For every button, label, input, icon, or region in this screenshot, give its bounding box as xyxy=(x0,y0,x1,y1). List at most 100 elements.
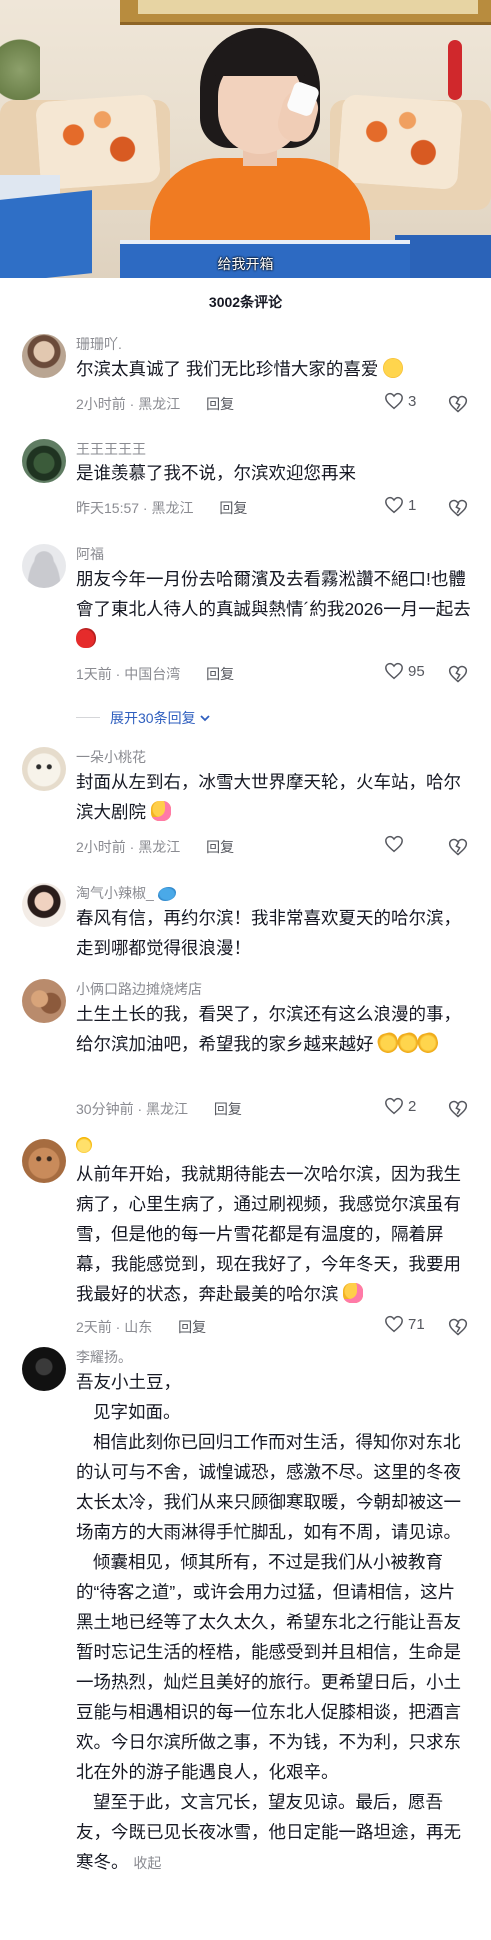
avatar[interactable] xyxy=(22,1347,66,1391)
comment-text: 春风有信，再约尔滨！我非常喜欢夏天的哈尔滨，走到哪都觉得很浪漫！ xyxy=(76,908,461,958)
letter-paragraph-wrap: 望至于此，文言冗长，望友见谅。最后，愿吾友，今既已见长夜冰雪，他日定能一路坦途，… xyxy=(76,1787,471,1878)
comment-item: 一朵小桃花 封面从左到右，冰雪大世界摩天轮，火车站，哈尔滨大剧院 2小时前 · … xyxy=(0,745,491,865)
comment-item: 从前年开始，我就期待能去一次哈尔滨，因为我生病了，心里生病了，通过刷视频，我感觉… xyxy=(0,1137,491,1337)
collapse-button[interactable]: 收起 xyxy=(133,1855,161,1871)
comment-username[interactable]: 淘气小辣椒_ xyxy=(76,885,154,901)
clapping-hands-icon xyxy=(416,1030,441,1056)
like-button[interactable]: 3 xyxy=(384,392,416,410)
like-count: 3 xyxy=(408,392,417,410)
comment-time: 30分钟前 · 黑龙江 xyxy=(76,1101,189,1117)
comment-count: 3002条评论 xyxy=(208,294,283,310)
hugging-face-icon xyxy=(150,801,171,821)
comment-meta: 2小时前 · 黑龙江 回复 xyxy=(76,394,234,414)
default-avatar-icon[interactable] xyxy=(22,544,66,588)
comment-text: 封面从左到右，冰雪大世界摩天轮，火车站，哈尔滨大剧院 xyxy=(76,772,461,822)
reply-button[interactable]: 回复 xyxy=(178,1319,206,1335)
heart-icon xyxy=(385,1315,403,1333)
comment-username-wrap: 淘气小辣椒_ xyxy=(76,883,176,903)
expand-replies-label: 展开30条回复 xyxy=(110,710,196,726)
heart-icon xyxy=(385,392,403,410)
comment-item: 淘气小辣椒_ 春风有信，再约尔滨！我非常喜欢夏天的哈尔滨，走到哪都觉得很浪漫！ xyxy=(0,881,491,971)
comment-username[interactable]: 阿福 xyxy=(76,544,104,564)
heart-icon xyxy=(385,662,403,680)
reply-button[interactable]: 回复 xyxy=(219,500,247,516)
comment-text-wrap: 朋友今年一月份去哈爾濱及去看霧淞讚不絕口!也體會了東北人待人的真誠與熱情´約我2… xyxy=(76,564,471,654)
comment-meta: 2天前 · 山东 回复 xyxy=(76,1317,206,1337)
letter-paragraph: 见字如面。 xyxy=(93,1402,181,1422)
comment-item: 小俩口路边摊烧烤店 土生土长的我，看哭了，尔滨还有这么浪漫的事，给尔滨加油吧，希… xyxy=(0,977,491,1127)
heart-icon xyxy=(385,1097,403,1115)
avatar[interactable] xyxy=(22,883,66,927)
reply-button[interactable]: 回复 xyxy=(214,1101,242,1117)
video-player[interactable]: 给我开箱 xyxy=(0,0,491,278)
avatar[interactable] xyxy=(22,334,66,378)
dislike-icon[interactable] xyxy=(448,1317,468,1337)
chick-icon xyxy=(76,1137,92,1153)
comment-text-wrap: 封面从左到右，冰雪大世界摩天轮，火车站，哈尔滨大剧院 xyxy=(76,767,471,827)
chevron-down-icon xyxy=(200,715,211,722)
expand-divider xyxy=(76,717,100,718)
comment-letter: 吾友小土豆， 见字如面。 相信此刻你已回归工作而对生活，得知你对东北的认可与不舍… xyxy=(76,1367,471,1878)
comment-time: 昨天15:57 · 黑龙江 xyxy=(76,500,194,516)
comment-meta: 2小时前 · 黑龙江 回复 xyxy=(76,837,234,857)
comment-text: 朋友今年一月份去哈爾濱及去看霧淞讚不絕口!也體會了東北人待人的真誠與熱情´約我2… xyxy=(76,569,471,619)
like-button[interactable] xyxy=(384,835,408,853)
red-ornament xyxy=(448,40,462,100)
comment-time: 1天前 · 中国台湾 xyxy=(76,666,181,682)
like-count: 71 xyxy=(408,1315,425,1333)
like-count: 1 xyxy=(408,496,417,514)
comment-username[interactable]: 小俩口路边摊烧烤店 xyxy=(76,979,202,999)
capybara-avatar[interactable] xyxy=(22,1139,66,1183)
comment-text: 是谁羡慕了我不说，尔滨欢迎您再来 xyxy=(76,463,356,483)
letter-paragraph: 倾囊相见，倾其所有，不过是我们从小被教育的“待客之道”，或许会用力过猛，但请相信… xyxy=(76,1552,461,1782)
hair-bang xyxy=(212,42,308,76)
comment-username[interactable]: 珊珊吖. xyxy=(76,334,122,354)
comment-text: 从前年开始，我就期待能去一次哈尔滨，因为我生病了，心里生病了，通过刷视频，我感觉… xyxy=(76,1164,461,1304)
avatar[interactable] xyxy=(22,747,66,791)
reply-button[interactable]: 回复 xyxy=(206,839,234,855)
expand-replies-button[interactable]: 展开30条回复 xyxy=(110,708,211,728)
like-count: 2 xyxy=(408,1097,417,1115)
comment-text-wrap: 从前年开始，我就期待能去一次哈尔滨，因为我生病了，心里生病了，通过刷视频，我感觉… xyxy=(76,1159,471,1309)
heart-icon xyxy=(385,496,403,514)
dislike-icon[interactable] xyxy=(448,837,468,857)
like-button[interactable]: 71 xyxy=(384,1315,425,1333)
picture-frame-inner xyxy=(138,0,478,14)
comment-meta: 30分钟前 · 黑龙江 回复 xyxy=(76,1099,242,1119)
like-button[interactable]: 1 xyxy=(384,496,416,514)
comment-username[interactable]: 王王王王王 xyxy=(76,439,146,459)
video-subtitle: 给我开箱 xyxy=(217,256,274,272)
comment-time: 2小时前 · 黑龙江 xyxy=(76,396,181,412)
hugging-face-icon xyxy=(343,1283,364,1303)
comment-username[interactable]: 李耀扬。 xyxy=(76,1347,132,1367)
comment-time: 2天前 · 山东 xyxy=(76,1319,153,1335)
comment-meta: 1天前 · 中国台湾 回复 xyxy=(76,664,234,684)
reply-button[interactable]: 回复 xyxy=(206,666,234,682)
avatar[interactable] xyxy=(22,439,66,483)
letter-paragraph: 相信此刻你已回归工作而对生活，得知你对东北的认可与不舍，诚惶诚恐，感激不尽。这里… xyxy=(76,1432,461,1542)
dislike-icon[interactable] xyxy=(448,664,468,684)
comment-item: 王王王王王 是谁羡慕了我不说，尔滨欢迎您再来 昨天15:57 · 黑龙江 回复 … xyxy=(0,437,491,527)
dislike-icon[interactable] xyxy=(448,1099,468,1119)
heart-icon xyxy=(385,835,403,853)
dislike-icon[interactable] xyxy=(448,498,468,518)
apple-icon xyxy=(76,628,96,648)
comment-item: 阿福 朋友今年一月份去哈爾濱及去看霧淞讚不絕口!也體會了東北人待人的真誠與熱情´… xyxy=(0,544,491,694)
comment-text: 尔滨太真诚了 我们无比珍惜大家的喜爱 xyxy=(76,359,379,379)
comment-time: 2小时前 · 黑龙江 xyxy=(76,839,181,855)
reply-button[interactable]: 回复 xyxy=(206,396,234,412)
letter-paragraph: 吾友小土豆， xyxy=(76,1372,181,1392)
avatar[interactable] xyxy=(22,979,66,1023)
like-count: 95 xyxy=(408,662,425,680)
comment-meta: 昨天15:57 · 黑龙江 回复 xyxy=(76,498,247,518)
like-button[interactable]: 95 xyxy=(384,662,425,680)
pleading-face-icon xyxy=(383,358,404,378)
comment-text-wrap: 土生土长的我，看哭了，尔滨还有这么浪漫的事，给尔滨加油吧，希望我的家乡越来越好 xyxy=(76,999,471,1059)
dislike-icon[interactable] xyxy=(448,394,468,414)
comment-username[interactable]: 一朵小桃花 xyxy=(76,747,146,767)
comment-item: 珊珊吖. 尔滨太真诚了 我们无比珍惜大家的喜爱 2小时前 · 黑龙江 回复 3 xyxy=(0,330,491,420)
comment-text-wrap: 尔滨太真诚了 我们无比珍惜大家的喜爱 xyxy=(76,354,471,384)
dolphin-icon xyxy=(157,887,176,901)
like-button[interactable]: 2 xyxy=(384,1097,416,1115)
comment-item: 李耀扬。 吾友小土豆， 见字如面。 相信此刻你已回归工作而对生活，得知你对东北的… xyxy=(0,1345,491,1940)
